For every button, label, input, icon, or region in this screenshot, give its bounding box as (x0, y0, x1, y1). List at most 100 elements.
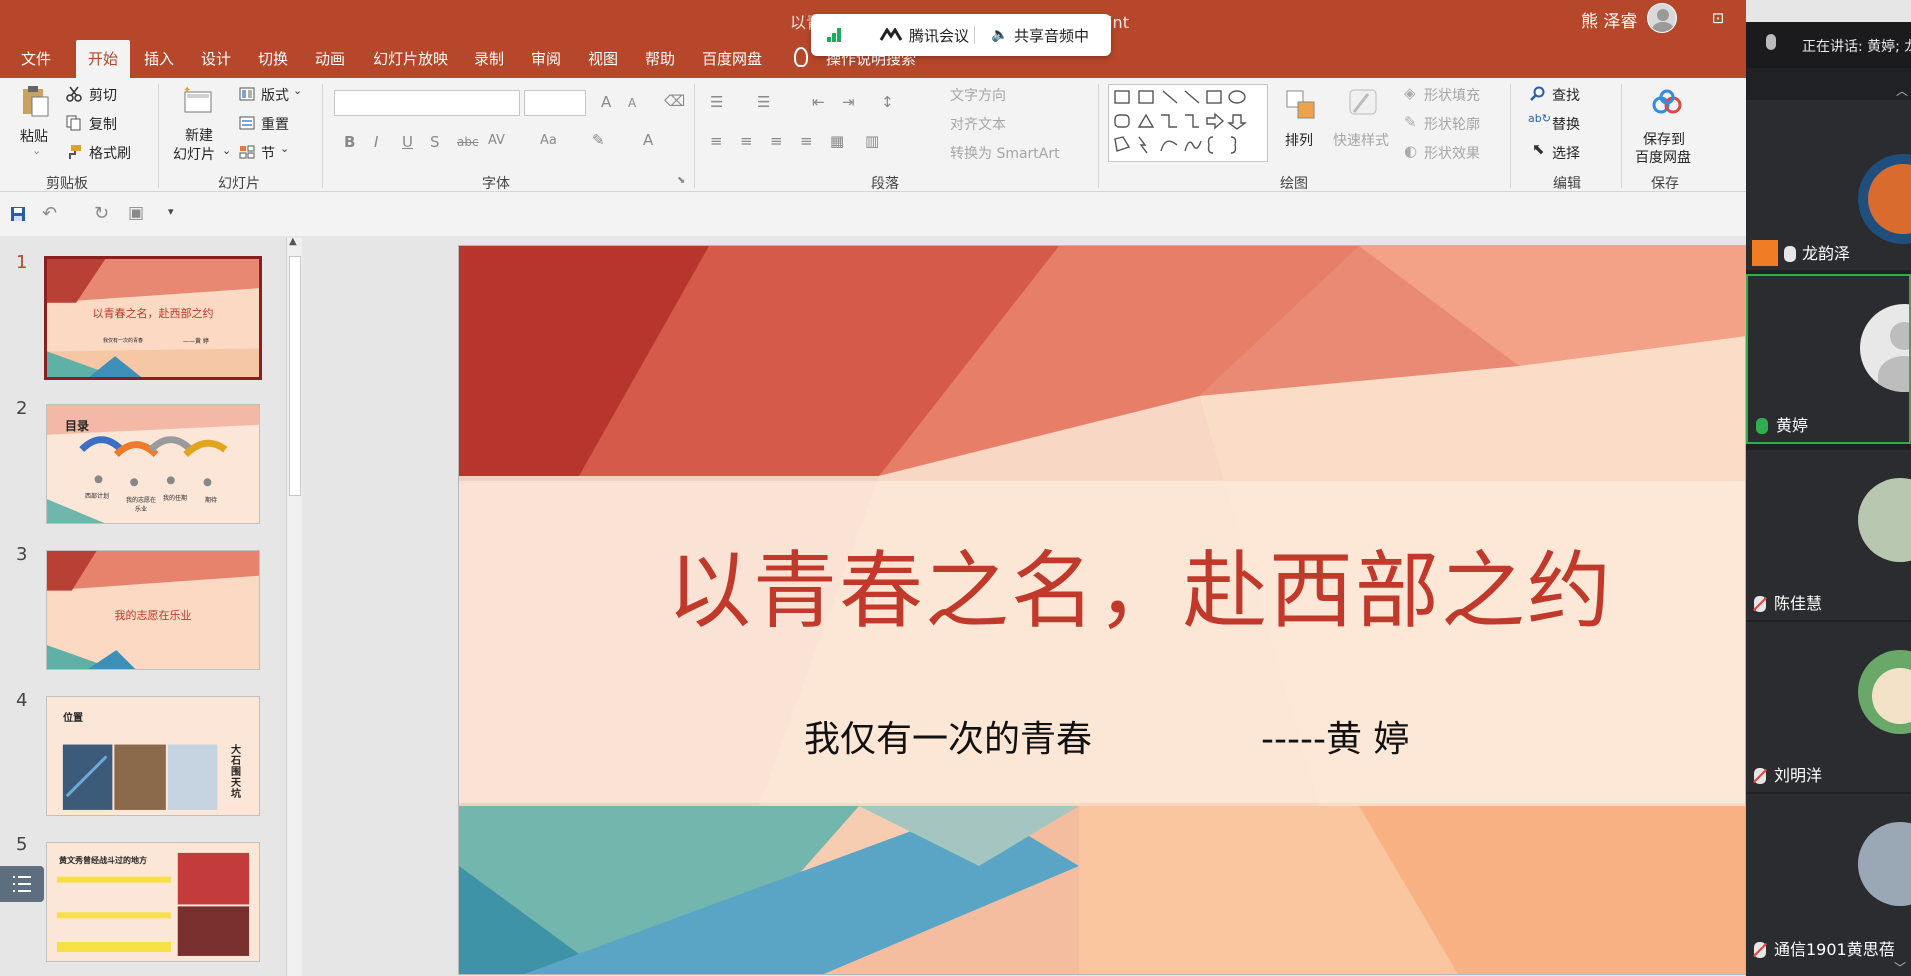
slide-thumbnail-4[interactable]: 位置 大石围天坑 (46, 696, 260, 816)
shape-fill-button[interactable]: 形状填充 (1424, 85, 1480, 105)
slide-thumbnail-5[interactable]: 黄文秀曾经战斗过的地方 (46, 842, 260, 962)
tab-animations[interactable]: 动画 (315, 48, 345, 69)
account-avatar[interactable] (1647, 3, 1677, 33)
participant-tile[interactable]: 陈佳慧 (1746, 450, 1911, 620)
font-color-button[interactable]: A (643, 131, 653, 149)
tab-insert[interactable]: 插入 (144, 48, 174, 69)
tab-review[interactable]: 审阅 (531, 48, 561, 69)
replace-icon[interactable]: ab↻ (1528, 112, 1551, 125)
increase-indent-icon[interactable]: ⇥ (842, 93, 855, 111)
justify-icon[interactable]: ≡ (800, 132, 813, 150)
tab-view[interactable]: 视图 (588, 48, 618, 69)
align-left-icon[interactable]: ≡ (710, 132, 723, 150)
bullets-icon[interactable]: ☰ (710, 93, 723, 111)
magnifier-icon[interactable] (1530, 86, 1546, 102)
sharing-audio-status[interactable]: 共享音频中 (1014, 25, 1089, 46)
decrease-indent-icon[interactable]: ⇤ (812, 93, 825, 111)
quick-styles-button[interactable]: 快速样式 (1333, 130, 1389, 150)
text-shadow-button[interactable]: S (430, 133, 440, 151)
start-slideshow-icon[interactable]: ▣ (128, 203, 144, 223)
scroll-up-icon[interactable]: ▲ (289, 236, 297, 247)
new-slide-dropdown-icon[interactable]: ⌄ (222, 144, 231, 157)
pen-icon[interactable]: ✎ (1404, 113, 1417, 131)
slide-canvas[interactable]: 以青春之名，赴西部之约 我仅有一次的青春 -----黄 婷 (458, 245, 1746, 975)
text-direction-button[interactable]: 文字方向 (950, 85, 1006, 105)
outline-toggle[interactable] (0, 866, 44, 902)
copy-icon[interactable] (66, 115, 82, 131)
expand-chevron-icon[interactable]: ﹀ (1894, 959, 1906, 976)
scrollbar-thumb[interactable] (289, 256, 301, 496)
new-slide-label-2[interactable]: 幻灯片 (173, 144, 215, 164)
reset-icon[interactable] (239, 115, 255, 131)
copy-button[interactable]: 复制 (89, 114, 117, 134)
section-button[interactable]: 节 (261, 143, 275, 163)
cut-button[interactable]: 剪切 (89, 85, 117, 105)
strikethrough-button[interactable]: abc (457, 135, 479, 149)
format-painter-button[interactable]: 格式刷 (89, 143, 131, 163)
section-icon[interactable] (239, 144, 255, 160)
grow-font-icon[interactable]: A (601, 93, 611, 111)
account-name[interactable]: 熊 泽睿 (1581, 7, 1637, 32)
layout-button[interactable]: 版式 (261, 85, 289, 105)
shapes-gallery[interactable] (1108, 84, 1268, 162)
save-icon[interactable] (10, 206, 26, 222)
reset-button[interactable]: 重置 (261, 114, 289, 134)
shape-outline-button[interactable]: 形状轮廓 (1424, 114, 1480, 134)
redo-icon[interactable]: ↻ (94, 203, 109, 224)
align-center-icon[interactable]: ≡ (740, 132, 753, 150)
save-to-label-2[interactable]: 百度网盘 (1635, 147, 1691, 167)
line-spacing-icon[interactable]: ↕ (881, 93, 894, 111)
paint-bucket-icon[interactable]: ◈ (1404, 84, 1416, 102)
slide-thumbnail-1[interactable]: 以青春之名，赴西部之约 我仅有一次的青春 ——黄 婷 (44, 256, 262, 380)
font-name-combobox[interactable] (334, 90, 520, 116)
thumbnail-scrollbar[interactable]: ▲ (286, 236, 302, 976)
baidu-netdisk-icon[interactable] (1650, 88, 1684, 122)
paste-icon[interactable] (18, 84, 52, 118)
lightbulb-icon[interactable] (794, 47, 808, 67)
underline-button[interactable]: U (402, 133, 413, 151)
convert-to-smartart-button[interactable]: 转换为 SmartArt (950, 143, 1060, 163)
tab-baidu-netdisk[interactable]: 百度网盘 (702, 48, 762, 69)
tab-home[interactable]: 开始 (76, 40, 131, 78)
distributed-icon[interactable]: ▦ (830, 132, 844, 150)
customize-qat-icon[interactable]: ▾ (168, 205, 174, 218)
italic-button[interactable]: I (374, 133, 378, 151)
arrange-button[interactable]: 排列 (1285, 130, 1313, 150)
tab-help[interactable]: 帮助 (645, 48, 675, 69)
font-size-combobox[interactable] (524, 90, 586, 116)
shape-effects-button[interactable]: 形状效果 (1424, 143, 1480, 163)
participant-tile[interactable]: 通信1901黄思蓓 ﹀ (1746, 794, 1911, 976)
tab-slideshow[interactable]: 幻灯片放映 (373, 48, 448, 69)
numbering-icon[interactable]: ☰ (757, 93, 770, 111)
cursor-icon[interactable]: ⬉ (1532, 140, 1545, 158)
find-button[interactable]: 查找 (1552, 85, 1580, 105)
slide-title[interactable]: 以青春之名，赴西部之约 (459, 524, 1745, 645)
tab-design[interactable]: 设计 (201, 48, 231, 69)
font-dialog-launcher-icon[interactable]: ⬊ (677, 175, 685, 186)
layout-dropdown-icon[interactable]: ⌄ (293, 84, 302, 97)
paste-button[interactable]: 粘贴 (20, 126, 48, 146)
highlight-icon[interactable]: ✎ (592, 131, 605, 149)
paste-dropdown-icon[interactable]: ⌄ (32, 144, 41, 157)
participant-tile[interactable]: 刘明洋 (1746, 622, 1911, 792)
bold-button[interactable]: B (344, 133, 355, 151)
change-case-button[interactable]: Aa (540, 133, 557, 148)
align-right-icon[interactable]: ≡ (770, 132, 783, 150)
tab-transitions[interactable]: 切换 (258, 48, 288, 69)
scissors-icon[interactable] (66, 86, 82, 102)
arrange-icon[interactable] (1284, 88, 1318, 122)
columns-icon[interactable]: ▥ (865, 132, 879, 150)
tab-file[interactable]: 文件 (21, 48, 51, 69)
align-text-button[interactable]: 对齐文本 (950, 114, 1006, 134)
new-slide-label-1[interactable]: 新建 (185, 125, 213, 145)
undo-icon[interactable]: ↶ (42, 203, 57, 224)
replace-button[interactable]: 替换 (1552, 114, 1580, 134)
new-slide-icon[interactable]: ✦ (181, 84, 215, 118)
select-button[interactable]: 选择 (1552, 143, 1580, 163)
slide-subtitle[interactable]: 我仅有一次的青春 (804, 710, 1092, 762)
ribbon-display-options-icon[interactable]: ⊡ (1703, 6, 1733, 30)
clear-formatting-icon[interactable]: ⌫ (664, 92, 685, 110)
meeting-app-name[interactable]: 腾讯会议 (909, 25, 969, 46)
format-painter-icon[interactable] (66, 144, 82, 160)
slide-author[interactable]: -----黄 婷 (1261, 710, 1409, 762)
